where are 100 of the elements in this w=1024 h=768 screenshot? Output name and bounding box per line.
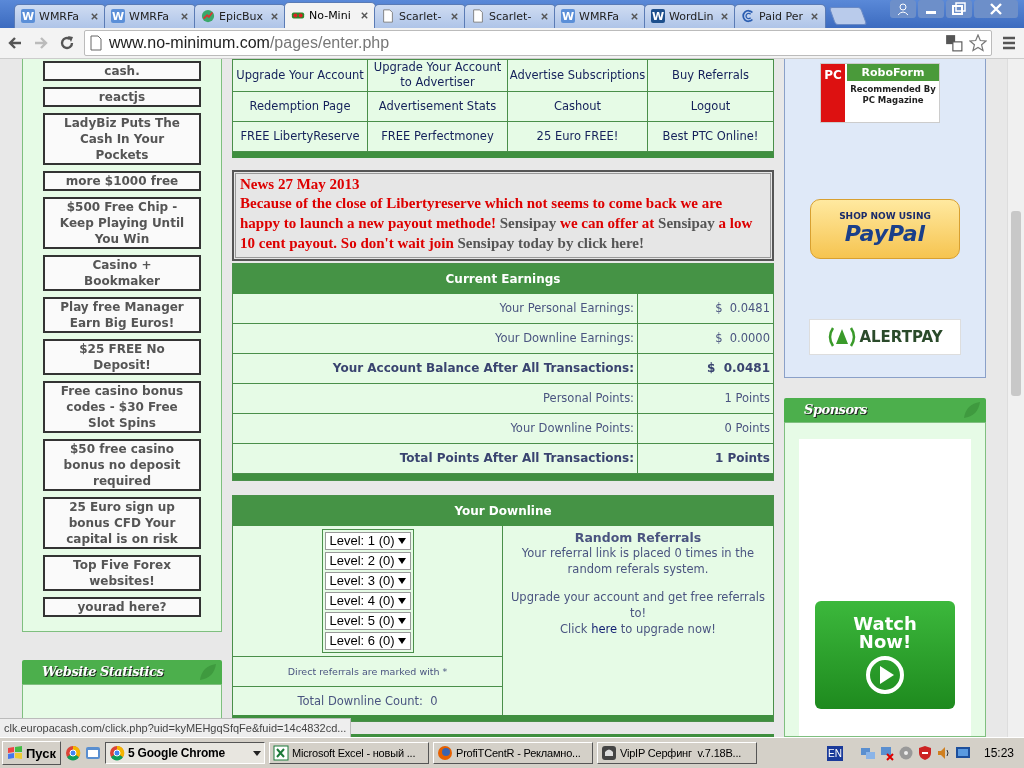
total-count: Total Downline Count: 0	[296, 692, 439, 710]
level-dropdown[interactable]: Level: 6 (0)	[324, 631, 411, 650]
ad-link[interactable]: yourad here?	[43, 596, 201, 617]
magazine-badge: PC	[821, 63, 845, 122]
ad-link[interactable]: cash.	[43, 60, 201, 81]
caret-icon	[397, 597, 406, 604]
table-title: Your Downline	[233, 495, 773, 526]
nav-link[interactable]: Buy Referrals	[648, 59, 773, 92]
table-cell: Your Account Balance After All Transactions:	[233, 353, 638, 383]
new-tab-button[interactable]	[828, 6, 868, 25]
user-icon[interactable]	[890, 0, 916, 18]
nav-link[interactable]: Redemption Page	[233, 91, 368, 122]
browser-tab[interactable]: Scarlet-	[374, 3, 466, 28]
chart-icon	[201, 9, 215, 24]
nav-link[interactable]: 25 Euro FREE!	[508, 121, 648, 152]
star-icon[interactable]	[969, 33, 987, 52]
upgrade-link[interactable]: here	[591, 621, 618, 636]
close-icon[interactable]	[630, 11, 639, 21]
banner-title: RoboForm	[847, 63, 939, 81]
network-error-icon[interactable]	[878, 745, 895, 762]
ad-link[interactable]: Free casino bonus codes - $30 Free Slot Spins	[43, 380, 201, 433]
banner-text: SHOP NOW USING	[839, 211, 931, 222]
level-dropdown[interactable]: Level: 1 (0)	[324, 531, 411, 550]
browser-tab[interactable]: No-Mini	[284, 1, 376, 28]
note-text: Direct referrals are marked with *	[233, 656, 502, 687]
page-icon	[381, 9, 395, 24]
ad-link[interactable]: Casino + Bookmaker	[43, 254, 201, 291]
browser-icon[interactable]	[65, 745, 81, 762]
close-icon[interactable]	[974, 0, 1018, 18]
close-icon[interactable]	[90, 11, 99, 21]
browser-tab[interactable]: W WordLin	[644, 3, 736, 28]
caret-icon	[397, 637, 406, 644]
roboform-banner[interactable]: PC RoboForm Recommended By PC Magazine	[820, 62, 940, 123]
shield-icon[interactable]	[916, 745, 933, 762]
ad-link[interactable]: Play free Manager Earn Big Euros!	[43, 296, 201, 333]
ad-link[interactable]: 25 Euro sign up bonus CFD Your capital is on risk	[43, 496, 201, 549]
table-cell: Your Downline Earnings:	[233, 323, 638, 353]
minimize-icon[interactable]	[918, 0, 944, 18]
nav-link[interactable]: FREE LibertyReserve	[233, 121, 368, 152]
level-dropdown[interactable]: Level: 2 (0)	[324, 551, 411, 570]
browser-tab[interactable]: W WMRFa	[554, 3, 646, 28]
leaf-icon	[962, 399, 982, 420]
taskbar-button[interactable]: ProfiTCentR - Рекламно...	[433, 742, 593, 765]
table-cell-text: 0 Points	[723, 420, 771, 438]
ad-link[interactable]: $500 Free Chip - Keep Playing Until You Win	[43, 196, 201, 249]
section-title: Random Referrals	[573, 529, 703, 545]
alertpay-banner[interactable]: ALERTPAY	[809, 318, 961, 355]
nav-link[interactable]: FREE Perfectmoney	[368, 121, 508, 152]
ad-link[interactable]: Top Five Forex websites!	[43, 554, 201, 591]
translate-icon[interactable]	[945, 33, 963, 52]
nav-link[interactable]: Logout	[648, 91, 773, 122]
window-icon[interactable]	[85, 745, 101, 762]
table-cell-text: 1 Points	[723, 390, 771, 408]
page-icon	[89, 34, 103, 51]
reload-icon[interactable]	[58, 33, 76, 52]
table-cell: Total Points After All Transactions:	[233, 443, 638, 473]
level-dropdown[interactable]: Level: 3 (0)	[324, 571, 411, 590]
close-icon[interactable]	[720, 11, 729, 21]
caret-icon	[397, 617, 406, 624]
nav-link[interactable]: Upgrade Your Account	[233, 59, 368, 92]
paypal-banner[interactable]: SHOP NOW USING PayPal	[810, 198, 960, 259]
table-cell-text: 1 Points	[713, 450, 771, 468]
address-bar[interactable]: www.no-minimum.com/pages/enter.php	[84, 29, 992, 56]
taskbar-button[interactable]: 5 Google Chrome	[105, 742, 265, 765]
browser-tab[interactable]: W WMRFa	[14, 3, 106, 28]
caret-icon	[397, 577, 406, 584]
ad-link[interactable]: $25 FREE No Deposit!	[43, 338, 201, 375]
info-text: to upgrade now!	[620, 621, 716, 636]
level-dropdown[interactable]: Level: 4 (0)	[324, 591, 411, 610]
status-url: clk.europacash.com/click.php?uid=kyMEHgqSfqFe&fuid=14c4832cd...	[0, 718, 352, 738]
close-icon[interactable]	[360, 10, 369, 20]
close-icon[interactable]	[540, 11, 549, 21]
table-cell: Your Downline Points:	[233, 413, 638, 443]
nav-link[interactable]: Upgrade Your Account to Advertiser	[368, 59, 508, 92]
browser-tab[interactable]: Paid Per	[734, 3, 826, 28]
language-indicator[interactable]: EN	[827, 745, 843, 761]
table-cell: Your Personal Earnings:	[233, 293, 638, 323]
ad-link[interactable]: reactjs	[43, 86, 201, 107]
ad-link[interactable]: more $1000 free	[43, 170, 201, 191]
windows-icon	[7, 746, 23, 761]
start-button[interactable]: Пуск	[2, 741, 61, 766]
restore-icon[interactable]	[946, 0, 972, 18]
ad-link[interactable]: LadyBiz Puts The Cash In Your Pockets	[43, 112, 201, 165]
close-icon[interactable]	[810, 11, 819, 21]
nav-link[interactable]: Best PTC Online!	[648, 121, 773, 152]
browser-tab[interactable]: Scarlet-	[464, 3, 556, 28]
close-icon[interactable]	[450, 11, 459, 21]
close-icon[interactable]	[270, 11, 279, 21]
taskbar-button[interactable]: Microsoft Excel - новый ...	[269, 742, 429, 765]
ad-link[interactable]: $50 free casino bonus no deposit required	[43, 438, 201, 491]
browser-tab[interactable]: W WMRFa	[104, 3, 196, 28]
nav-link[interactable]: Advertisement Stats	[368, 91, 508, 122]
nav-link[interactable]: Advertise Subscriptions	[508, 59, 648, 92]
close-icon[interactable]	[180, 11, 189, 21]
scrollbar[interactable]	[1007, 58, 1024, 738]
app-icon	[601, 745, 617, 762]
level-dropdown[interactable]: Level: 5 (0)	[324, 611, 411, 630]
browser-tab[interactable]: EpicBux	[194, 3, 286, 28]
nav-link[interactable]: Cashout	[508, 91, 648, 122]
taskbar-button[interactable]: VipIP Серфинг v.7.18B...	[597, 742, 757, 765]
